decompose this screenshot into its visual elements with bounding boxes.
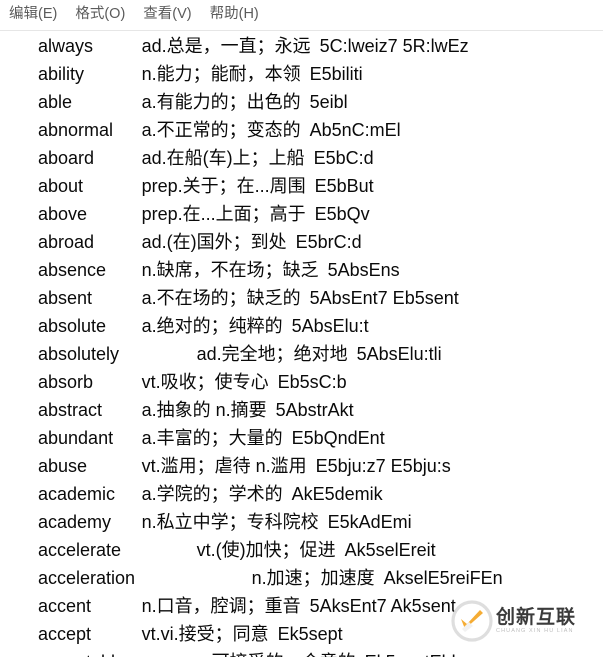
entry-phonetic: AkE5demik [291, 484, 383, 504]
entry-definition: a.绝对的；纯粹的 [141, 316, 283, 336]
entry-phonetic: Ak5selEreit [344, 540, 436, 560]
menu-format[interactable]: 格式(O) [75, 5, 134, 25]
entry-word: absorb [38, 372, 94, 392]
dictionary-entry: acceleration n.加速；加速度 AkselE5reiFEn [0, 564, 603, 592]
entry-definition: vt.滥用；虐待 n.滥用 [141, 456, 307, 476]
entry-definition: a.不正常的；变态的 [141, 120, 301, 140]
entry-phonetic: 5AbsEnt7 Eb5sent [309, 288, 459, 308]
entry-word: abstract [38, 400, 103, 420]
entry-word: abundant [38, 428, 114, 448]
entry-word: accelerate [38, 540, 122, 560]
text-editor-area[interactable]: always ad.总是，一直；永远 5C:lweiz7 5R:lwEz abil… [0, 32, 603, 657]
dictionary-entry: abstract a.抽象的 n.摘要 5AbstrAkt [0, 396, 603, 424]
dictionary-entry: absence n.缺席，不在场；缺乏 5AbsEns [0, 256, 603, 284]
entry-word: acceleration [38, 568, 136, 588]
entry-phonetic: AkselE5reiFEn [383, 568, 503, 588]
entry-word: abnormal [38, 120, 114, 140]
entry-word: academic [38, 484, 116, 504]
entry-phonetic: E5bQv [314, 204, 370, 224]
entry-definition: a.学院的；学术的 [141, 484, 283, 504]
dictionary-entry: always ad.总是，一直；永远 5C:lweiz7 5R:lwEz [0, 32, 603, 60]
entry-phonetic: 5C:lweiz7 5R:lwEz [319, 36, 469, 56]
dictionary-entry: absolutely ad.完全地；绝对地 5AbsElu:tli [0, 340, 603, 368]
entry-phonetic: 5AbsEns [327, 260, 400, 280]
entry-word: ability [38, 64, 85, 84]
entry-definition: n.缺席，不在场；缺乏 [141, 260, 319, 280]
dictionary-entry: ability n.能力；能耐，本领 E5biliti [0, 60, 603, 88]
menu-help[interactable]: 帮助(H) [210, 5, 268, 25]
menu-edit[interactable]: 编辑(E) [9, 5, 66, 25]
dictionary-entry: above prep.在...上面；高于 E5bQv [0, 200, 603, 228]
entry-phonetic: E5bBut [314, 176, 374, 196]
dictionary-entry: abnormal a.不正常的；变态的 Ab5nC:mEl [0, 116, 603, 144]
dictionary-entry: abuse vt.滥用；虐待 n.滥用 E5bju:z7 E5bju:s [0, 452, 603, 480]
entry-definition: prep.在...上面；高于 [141, 204, 306, 224]
entry-definition: a.抽象的 n.摘要 [141, 400, 267, 420]
entry-word: absence [38, 260, 107, 280]
entry-definition: ad.(在)国外；到处 [141, 232, 287, 252]
entry-definition: vt.吸收；使专心 [141, 372, 269, 392]
dictionary-entry: acceptable a.可接受的，合意的 Ek5septEbl [0, 648, 603, 657]
entry-word: always [38, 36, 94, 56]
dictionary-entry: abundant a.丰富的；大量的 E5bQndEnt [0, 424, 603, 452]
entry-definition: a.不在场的；缺乏的 [141, 288, 301, 308]
entry-phonetic: 5AbstrAkt [275, 400, 354, 420]
entry-definition: prep.关于；在...周围 [141, 176, 306, 196]
entry-phonetic: E5bC:d [313, 148, 374, 168]
entry-definition: vt.vi.接受；同意 [141, 624, 269, 644]
entry-word: abroad [38, 232, 95, 252]
entry-definition: n.口音，腔调；重音 [141, 596, 301, 616]
entry-definition: ad.在船(车)上；上船 [141, 148, 305, 168]
menu-bar: 编辑(E) 格式(O) 查看(V) 帮助(H) [0, 0, 603, 31]
dictionary-entry: academy n.私立中学；专科院校 E5kAdEmi [0, 508, 603, 536]
entry-word: able [38, 92, 73, 112]
entry-phonetic: Ab5nC:mEl [309, 120, 401, 140]
dictionary-entry: absorb vt.吸收；使专心 Eb5sC:b [0, 368, 603, 396]
entry-word: above [38, 204, 88, 224]
entry-phonetic: E5bju:z7 E5bju:s [315, 456, 451, 476]
entry-definition: a.可接受的，合意的 [197, 648, 356, 657]
dictionary-entry: absent a.不在场的；缺乏的 5AbsEnt7 Eb5sent [0, 284, 603, 312]
dictionary-entry: able a.有能力的；出色的 5eibl [0, 88, 603, 116]
entry-definition: ad.完全地；绝对地 [196, 344, 348, 364]
entry-definition: a.丰富的；大量的 [141, 428, 283, 448]
dictionary-entry: accelerate vt.(使)加快；促进 Ak5selEreit [0, 536, 603, 564]
entry-word: academy [38, 512, 112, 532]
entry-word: about [38, 176, 84, 196]
entry-definition: n.私立中学；专科院校 [141, 512, 319, 532]
entry-definition: vt.(使)加快；促进 [196, 540, 336, 560]
entry-word: absent [38, 288, 93, 308]
entry-definition: n.加速；加速度 [251, 568, 375, 588]
entry-phonetic: E5biliti [309, 64, 363, 84]
entry-word: accept [38, 624, 92, 644]
entry-word: abuse [38, 456, 88, 476]
dictionary-entry: accent n.口音，腔调；重音 5AksEnt7 Ak5sent [0, 592, 603, 620]
dictionary-entry: absolute a.绝对的；纯粹的 5AbsElu:t [0, 312, 603, 340]
dictionary-entry-list: always ad.总是，一直；永远 5C:lweiz7 5R:lwEz abil… [0, 32, 603, 657]
dictionary-entry: aboard ad.在船(车)上；上船 E5bC:d [0, 144, 603, 172]
entry-phonetic: Ek5septEbl [365, 648, 456, 657]
entry-word: acceptable [38, 648, 193, 657]
entry-word: absolute [38, 316, 107, 336]
entry-phonetic: 5AbsElu:t [291, 316, 369, 336]
entry-word: absolutely [38, 344, 120, 364]
entry-phonetic: Ek5sept [277, 624, 343, 644]
entry-phonetic: E5bQndEnt [291, 428, 385, 448]
entry-definition: a.有能力的；出色的 [141, 92, 301, 112]
entry-definition: ad.总是，一直；永远 [141, 36, 311, 56]
dictionary-entry: academic a.学院的；学术的 AkE5demik [0, 480, 603, 508]
entry-word: aboard [38, 148, 95, 168]
menu-view[interactable]: 查看(V) [143, 5, 200, 25]
dictionary-entry: about prep.关于；在...周围 E5bBut [0, 172, 603, 200]
entry-word: accent [38, 596, 92, 616]
entry-phonetic: 5eibl [309, 92, 348, 112]
entry-phonetic: 5AbsElu:tli [356, 344, 442, 364]
entry-phonetic: 5AksEnt7 Ak5sent [309, 596, 456, 616]
entry-phonetic: Eb5sC:b [277, 372, 347, 392]
dictionary-entry: abroad ad.(在)国外；到处 E5brC:d [0, 228, 603, 256]
entry-definition: n.能力；能耐，本领 [141, 64, 301, 84]
dictionary-entry: accept vt.vi.接受；同意 Ek5sept [0, 620, 603, 648]
entry-phonetic: E5brC:d [295, 232, 362, 252]
entry-phonetic: E5kAdEmi [327, 512, 412, 532]
